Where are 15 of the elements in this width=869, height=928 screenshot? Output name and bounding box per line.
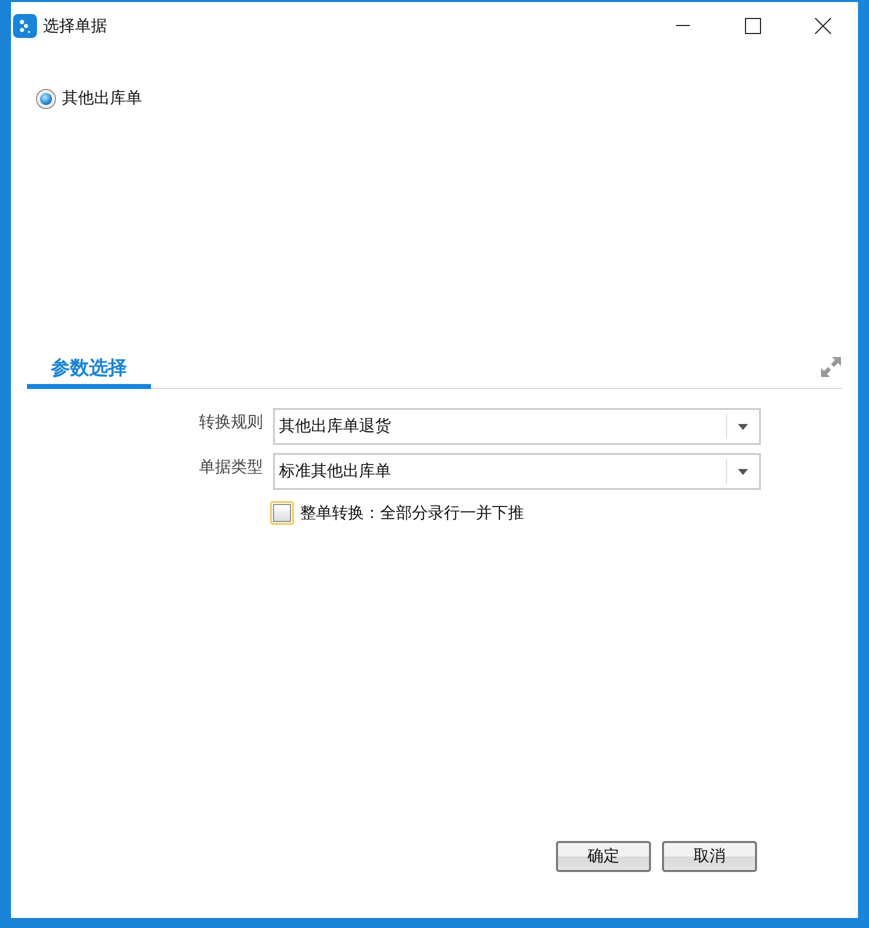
dropdown-field[interactable]: 标准其他出库单 bbox=[273, 453, 761, 490]
minimize-icon[interactable] bbox=[676, 25, 690, 27]
expand-icon[interactable] bbox=[820, 356, 842, 378]
cancel-button[interactable]: 取消 bbox=[662, 841, 757, 872]
close-icon[interactable] bbox=[815, 18, 831, 34]
parameters-tab[interactable]: 参数选择 bbox=[27, 355, 151, 389]
checkbox-label: 整单转换：全部分录行一并下推 bbox=[300, 502, 524, 524]
field-label: 单据类型 bbox=[198, 456, 264, 478]
maximize-icon[interactable] bbox=[745, 18, 761, 34]
window-title: 选择单据 bbox=[43, 16, 108, 36]
dropdown-field[interactable]: 其他出库单退货 bbox=[273, 408, 761, 445]
field-label: 转换规则 bbox=[198, 411, 264, 433]
document-type-radio[interactable]: 其他出库单 bbox=[36, 88, 142, 109]
confirm-button[interactable]: 确定 bbox=[556, 841, 651, 872]
checkbox[interactable] bbox=[270, 501, 294, 525]
